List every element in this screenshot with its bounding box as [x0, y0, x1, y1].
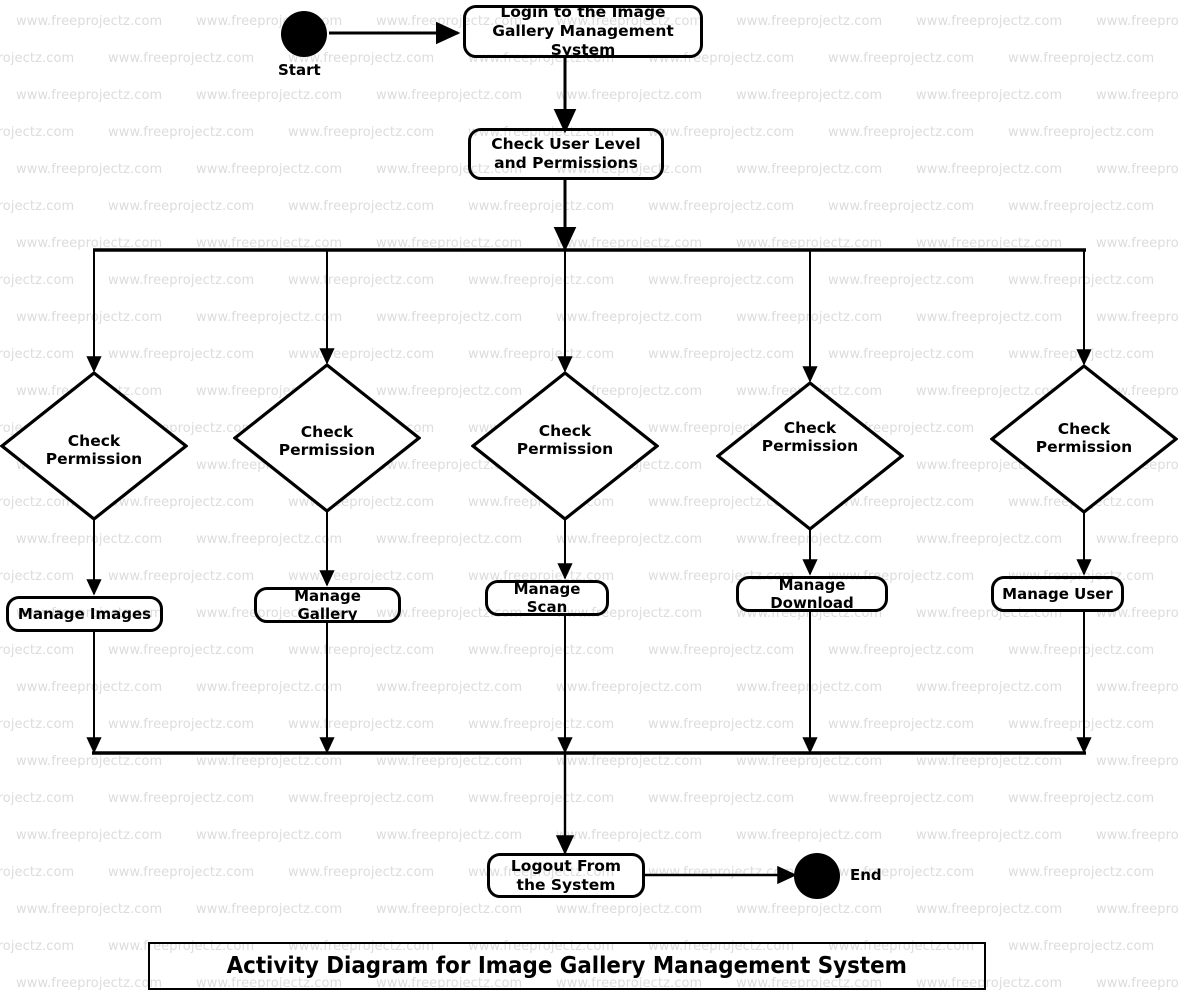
- diamond-shape: [232, 362, 422, 514]
- end-node: [794, 853, 840, 899]
- action-manage-images-label: Manage Images: [17, 604, 152, 623]
- activity-logout-label: Logout From the System: [510, 856, 622, 894]
- action-manage-user-label: Manage User: [1002, 584, 1113, 603]
- action-manage-download-label: Manage Download: [770, 575, 854, 612]
- activity-check-user-level-label: Check User Level and Permissions: [491, 135, 641, 172]
- decision-check-permission-3[interactable]: Check Permission: [470, 370, 660, 522]
- action-manage-images[interactable]: Manage Images: [6, 596, 163, 632]
- action-manage-user[interactable]: Manage User: [991, 576, 1124, 612]
- page-title: Activity Diagram for Image Gallery Manag…: [226, 953, 908, 979]
- decision-check-permission-1[interactable]: Check Permission: [0, 370, 189, 522]
- activity-login[interactable]: Login to the Image Gallery Management Sy…: [463, 3, 703, 59]
- activity-diagram-canvas: www.freeprojectz.com www.freeprojectz.com…: [0, 0, 1178, 994]
- activity-login-label: Login to the Image Gallery Management Sy…: [492, 3, 674, 59]
- action-manage-scan[interactable]: Manage Scan: [485, 580, 609, 616]
- diamond-shape: [0, 370, 189, 522]
- action-manage-scan-label: Manage Scan: [513, 579, 581, 616]
- end-label: End: [850, 866, 882, 884]
- diagram-title-box: Activity Diagram for Image Gallery Manag…: [148, 942, 986, 990]
- diamond-shape: [470, 370, 660, 522]
- decision-check-permission-4[interactable]: Check Permission: [715, 380, 905, 532]
- diamond-shape: [715, 380, 905, 532]
- action-manage-gallery-label: Manage Gallery: [294, 586, 361, 623]
- start-label: Start: [278, 61, 321, 79]
- decision-check-permission-5[interactable]: Check Permission: [989, 363, 1178, 515]
- action-manage-download[interactable]: Manage Download: [736, 576, 888, 612]
- diagram-layer: Start Login to the Image Gallery Managem…: [0, 0, 1178, 994]
- decision-check-permission-2[interactable]: Check Permission: [232, 362, 422, 514]
- action-manage-gallery[interactable]: Manage Gallery: [254, 587, 401, 623]
- activity-logout[interactable]: Logout From the System: [487, 853, 645, 898]
- activity-check-user-level[interactable]: Check User Level and Permissions: [468, 128, 664, 180]
- start-node: [281, 11, 327, 57]
- diamond-shape: [989, 363, 1178, 515]
